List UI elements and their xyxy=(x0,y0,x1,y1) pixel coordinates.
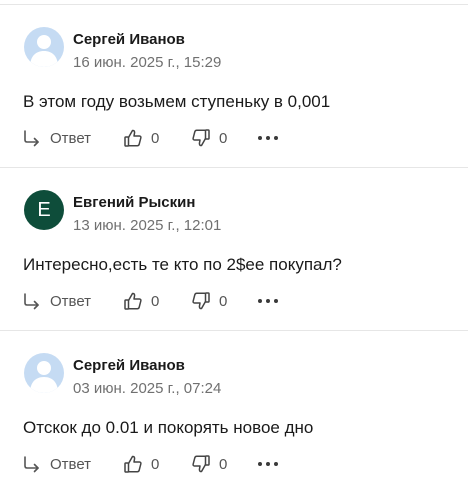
dislike-button[interactable]: 0 xyxy=(191,290,227,312)
thumbs-down-icon xyxy=(192,455,210,473)
more-options-button[interactable] xyxy=(258,127,278,149)
reply-button[interactable]: Ответ xyxy=(22,453,91,475)
more-dots-icon xyxy=(258,462,278,466)
more-dots-icon xyxy=(258,299,278,303)
author-name[interactable]: Сергей Иванов xyxy=(73,31,185,48)
thumbs-up-icon xyxy=(124,129,142,147)
reply-arrow-icon xyxy=(24,456,39,473)
comment-text: Интересно,есть те кто по 2$ee покупал? xyxy=(23,255,342,274)
comment-actions: Ответ 0 0 xyxy=(22,453,302,475)
thumbs-down-icon xyxy=(192,129,210,147)
comment-actions: Ответ 0 0 xyxy=(22,127,302,149)
like-button[interactable]: 0 xyxy=(123,127,159,149)
comment-actions: Ответ 0 0 xyxy=(22,290,302,312)
thumbs-up-icon xyxy=(124,292,142,310)
author-name[interactable]: Сергей Иванов xyxy=(73,357,185,374)
dislike-button[interactable]: 0 xyxy=(191,453,227,475)
reply-label: Ответ xyxy=(50,455,92,473)
author-name[interactable]: Евгений Рыскин xyxy=(73,194,195,211)
reply-button[interactable]: Ответ xyxy=(22,290,91,312)
comment-item: Сергей Иванов 16 июн. 2025 г., 15:29 В э… xyxy=(0,5,468,155)
comment-item: Сергей Иванов 03 июн. 2025 г., 07:24 Отс… xyxy=(0,331,468,481)
avatar[interactable] xyxy=(24,353,64,393)
like-count: 0 xyxy=(151,455,160,473)
reply-button[interactable]: Ответ xyxy=(22,127,91,149)
more-options-button[interactable] xyxy=(258,290,278,312)
thumbs-up-icon xyxy=(124,455,142,473)
dislike-button[interactable]: 0 xyxy=(191,127,227,149)
comment-item: E Евгений Рыскин 13 июн. 2025 г., 12:01 … xyxy=(0,168,468,318)
comment-date: 03 июн. 2025 г., 07:24 xyxy=(73,380,222,397)
reply-arrow-icon xyxy=(24,293,39,310)
like-button[interactable]: 0 xyxy=(123,290,159,312)
comment-text: В этом году возьмем ступеньку в 0,001 xyxy=(23,92,331,111)
like-count: 0 xyxy=(151,129,160,147)
user-silhouette-icon xyxy=(30,35,58,67)
more-dots-icon xyxy=(258,136,278,140)
reply-arrow-icon xyxy=(24,130,39,147)
avatar[interactable] xyxy=(24,27,64,67)
avatar[interactable]: E xyxy=(24,190,64,230)
comment-date: 16 июн. 2025 г., 15:29 xyxy=(73,54,222,71)
thumbs-down-icon xyxy=(192,292,210,310)
more-options-button[interactable] xyxy=(258,453,278,475)
like-button[interactable]: 0 xyxy=(123,453,159,475)
comment-text: Отскок до 0.01 и покорять новое дно xyxy=(23,418,314,437)
dislike-count: 0 xyxy=(219,292,228,310)
comment-date: 13 июн. 2025 г., 12:01 xyxy=(73,217,222,234)
like-count: 0 xyxy=(151,292,160,310)
reply-label: Ответ xyxy=(50,129,92,147)
reply-label: Ответ xyxy=(50,292,92,310)
user-silhouette-icon xyxy=(30,361,58,393)
dislike-count: 0 xyxy=(219,455,228,473)
dislike-count: 0 xyxy=(219,129,228,147)
